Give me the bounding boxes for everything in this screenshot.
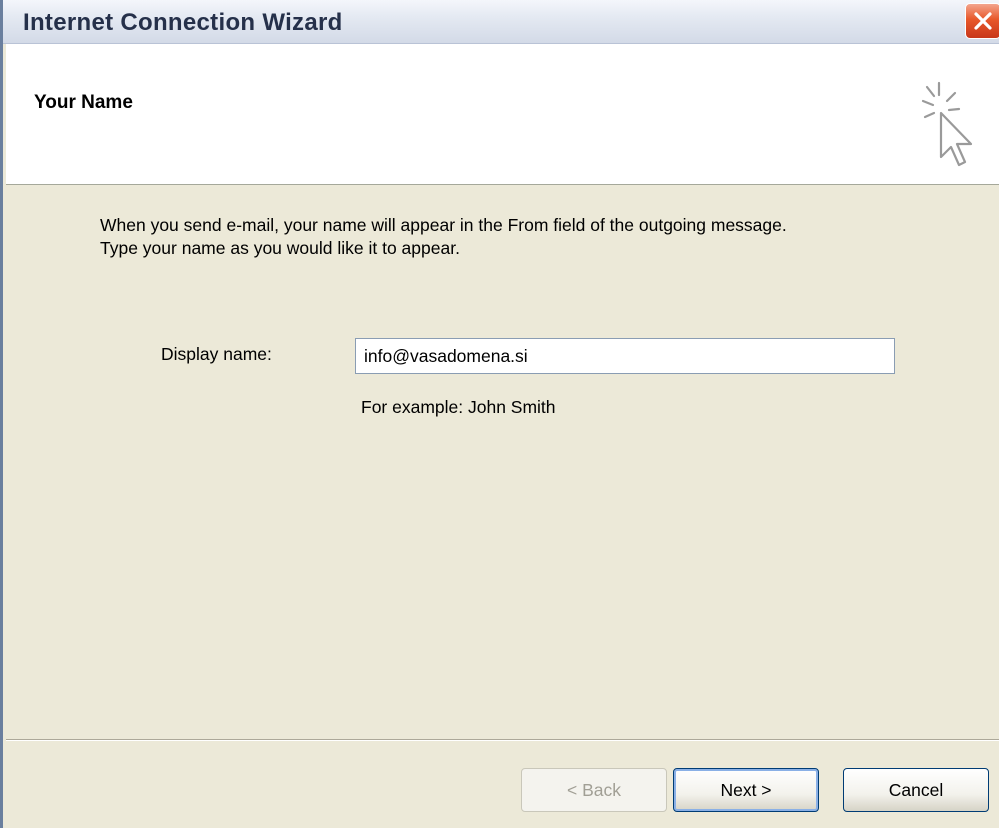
display-name-label: Display name:	[161, 344, 272, 364]
back-button[interactable]: < Back	[521, 768, 667, 812]
page-title: Your Name	[34, 92, 133, 113]
description: When you send e-mail, your name will app…	[100, 214, 960, 260]
cursor-sparkle-icon	[921, 81, 973, 167]
window-title: Internet Connection Wizard	[23, 9, 343, 36]
footer-divider	[6, 739, 999, 741]
example-hint: For example: John Smith	[361, 397, 556, 417]
close-icon	[974, 12, 992, 30]
description-line-1: When you send e-mail, your name will app…	[100, 215, 787, 235]
next-button[interactable]: Next >	[673, 768, 819, 812]
title-bar[interactable]: Internet Connection Wizard	[3, 0, 999, 44]
cancel-button[interactable]: Cancel	[843, 768, 989, 812]
display-name-input[interactable]	[355, 338, 895, 374]
close-button[interactable]	[965, 3, 999, 39]
wizard-header: Your Name	[6, 44, 999, 185]
wizard-window: Internet Connection Wizard Your Name Whe…	[0, 0, 999, 828]
description-line-2: Type your name as you would like it to a…	[100, 238, 460, 258]
